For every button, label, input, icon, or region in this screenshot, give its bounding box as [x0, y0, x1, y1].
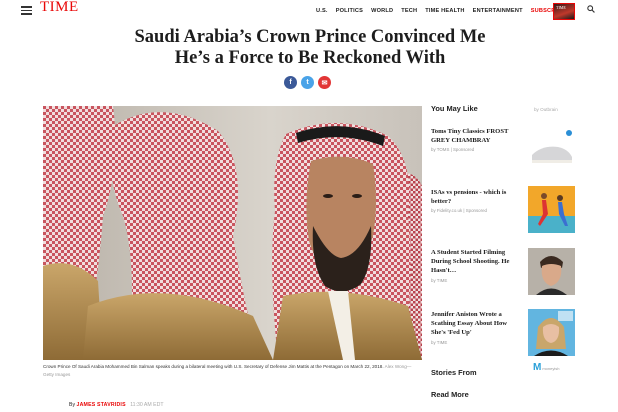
- promo-thumbnail-aniston[interactable]: [528, 309, 575, 356]
- facebook-share-button[interactable]: f: [284, 76, 297, 89]
- nav-item-entertainment[interactable]: ENTERTAINMENT: [473, 8, 523, 14]
- promo-thumbnail-runners[interactable]: [528, 186, 575, 233]
- cover-text: TIME: [556, 5, 566, 10]
- hamburger-menu-icon[interactable]: [21, 6, 32, 15]
- headline-line-2: He’s a Force to Be Reckoned With: [174, 48, 446, 68]
- author-link[interactable]: JAMES STAVRIDIS: [77, 402, 126, 408]
- promo-thumbnail-student[interactable]: [528, 248, 575, 295]
- moneyish-logo-text: moneyish: [542, 366, 560, 371]
- promo-item-student[interactable]: A Student Started Filming During School …: [431, 248, 576, 295]
- facebook-icon: f: [289, 79, 292, 86]
- twitter-share-button[interactable]: t: [301, 76, 314, 89]
- top-navigation-bar: TIME U.S. POLITICS WORLD TECH TIME HEALT…: [0, 0, 618, 22]
- nav-item-politics[interactable]: POLITICS: [336, 8, 363, 14]
- byline: By JAMES STAVRIDIS 11:30 AM EDT: [69, 402, 164, 408]
- email-share-button[interactable]: ✉: [318, 76, 331, 89]
- nav-item-tech[interactable]: TECH: [401, 8, 417, 14]
- promo-item-isas[interactable]: ISAs vs pensions - which is better? by F…: [431, 186, 576, 233]
- section-nav: U.S. POLITICS WORLD TECH TIME HEALTH ENT…: [316, 8, 565, 14]
- nav-item-us[interactable]: U.S.: [316, 8, 328, 14]
- nav-item-world[interactable]: WORLD: [371, 8, 393, 14]
- caption-text: Crown Prince Of Saudi Arabia Mohammed Bi…: [43, 364, 384, 369]
- photo-caption: Crown Prince Of Saudi Arabia Mohammed Bi…: [43, 363, 422, 378]
- promo-title[interactable]: Toms Tiny Classics FROST GREY CHAMBRAY: [431, 127, 519, 145]
- nav-item-time-health[interactable]: TIME HEALTH: [425, 8, 464, 14]
- hero-photo: [43, 106, 422, 360]
- moneyish-logo[interactable]: Mmoneyish: [533, 362, 559, 373]
- promo-title[interactable]: ISAs vs pensions - which is better?: [431, 188, 519, 206]
- byline-prefix: By: [69, 402, 76, 408]
- promo-item-toms[interactable]: Toms Tiny Classics FROST GREY CHAMBRAY b…: [431, 127, 576, 174]
- sidebar-title: You May Like: [431, 104, 478, 113]
- article-headline: Saudi Arabia’s Crown Prince Convinced Me…: [60, 27, 560, 69]
- twitter-icon: t: [306, 79, 309, 86]
- magazine-cover-thumbnail[interactable]: TIME: [553, 3, 575, 20]
- outbrain-label[interactable]: by Outbrain: [534, 107, 558, 112]
- promo-title[interactable]: Jennifer Aniston Wrote a Scathing Essay …: [431, 310, 519, 338]
- promo-title[interactable]: A Student Started Filming During School …: [431, 248, 519, 276]
- read-more-link[interactable]: Read More: [431, 390, 469, 399]
- moneyish-logo-letter: M: [533, 362, 542, 373]
- email-icon: ✉: [321, 79, 328, 87]
- time-logo[interactable]: TIME: [40, 0, 79, 15]
- headline-line-1: Saudi Arabia’s Crown Prince Convinced Me: [134, 27, 486, 47]
- promo-thumbnail-shoe[interactable]: [528, 127, 575, 174]
- promo-item-aniston[interactable]: Jennifer Aniston Wrote a Scathing Essay …: [431, 309, 576, 356]
- hero-photo-illustration: [43, 106, 422, 360]
- publish-time: 11:30 AM EDT: [130, 402, 164, 408]
- search-icon[interactable]: [587, 5, 595, 13]
- stories-from-label: Stories From: [431, 368, 477, 377]
